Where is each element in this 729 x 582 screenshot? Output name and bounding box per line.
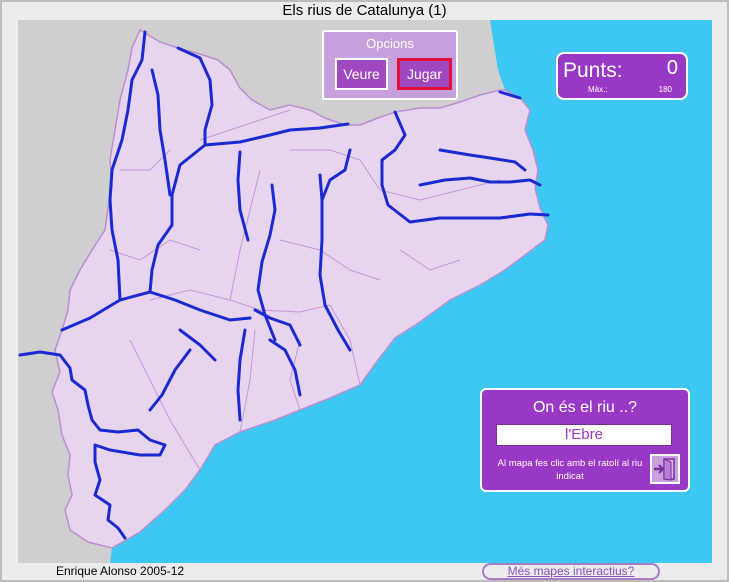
score-value: 0 (666, 57, 678, 79)
options-title: Opcions (366, 36, 414, 51)
exit-door-icon (654, 458, 675, 481)
author-credit: Enrique Alonso 2005-12 (56, 564, 185, 578)
score-max-label: Màx.: (588, 85, 608, 94)
score-label: Punts: (563, 59, 623, 82)
score-panel: Punts: 0 Màx.: 180 (556, 52, 688, 100)
question-title: On és el riu ..? (532, 399, 638, 416)
question-instructions: Al mapa fes clic amb el ratolí al riu in… (497, 458, 643, 482)
options-panel: Opcions Veure Jugar (322, 30, 458, 100)
exit-button[interactable] (650, 454, 680, 484)
river-name-display: l'Ebre (496, 424, 672, 446)
score-max-value: 180 (658, 85, 672, 94)
more-maps-link[interactable]: Més mapes interactius? (482, 563, 660, 580)
play-button[interactable]: Jugar (397, 58, 452, 90)
question-panel: On és el riu ..? l'Ebre Al mapa fes clic… (480, 388, 690, 492)
view-button[interactable]: Veure (335, 58, 388, 90)
page-title: Els rius de Catalunya (1) (282, 2, 447, 19)
